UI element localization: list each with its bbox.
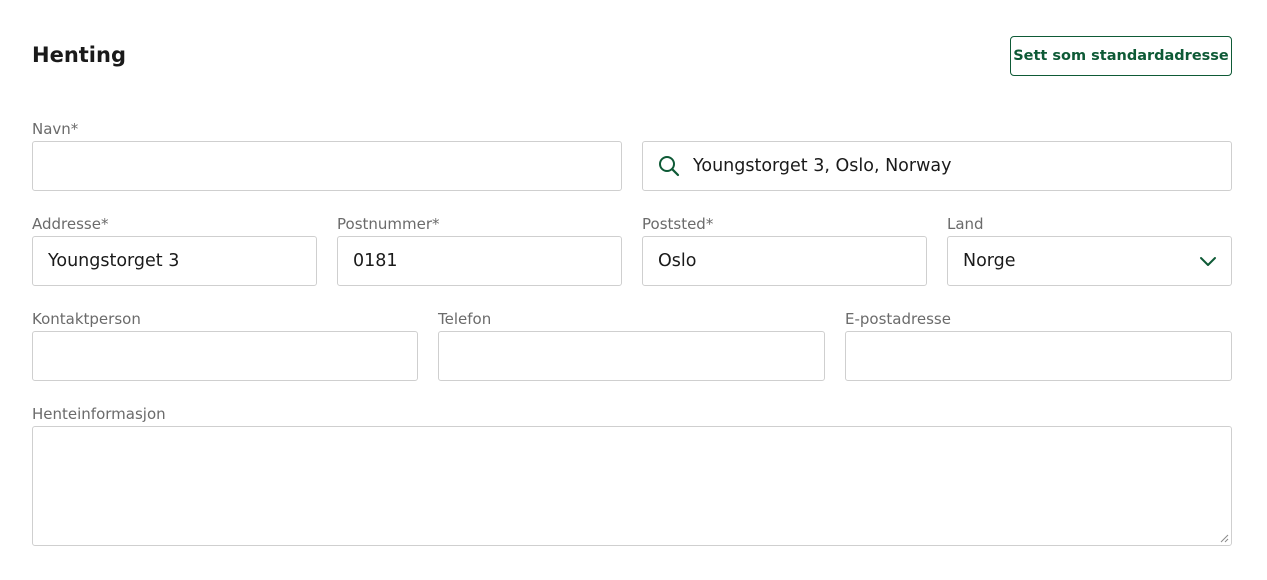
country-label: Land bbox=[947, 215, 984, 233]
resize-grip-icon[interactable] bbox=[1219, 533, 1229, 543]
country-select[interactable]: Norge bbox=[947, 236, 1232, 286]
email-field[interactable] bbox=[845, 331, 1232, 381]
contact-person-label: Kontaktperson bbox=[32, 310, 141, 328]
search-value: Youngstorget 3, Oslo, Norway bbox=[693, 156, 952, 176]
chevron-down-icon bbox=[1200, 257, 1216, 266]
contact-person-field[interactable] bbox=[32, 331, 418, 381]
postal-code-field[interactable]: 0181 bbox=[337, 236, 622, 286]
country-value: Norge bbox=[963, 251, 1016, 271]
pickup-info-label: Henteinformasjon bbox=[32, 405, 166, 423]
name-field[interactable] bbox=[32, 141, 622, 191]
address-field[interactable]: Youngstorget 3 bbox=[32, 236, 317, 286]
city-field[interactable]: Oslo bbox=[642, 236, 927, 286]
address-search-input[interactable]: Youngstorget 3, Oslo, Norway bbox=[642, 141, 1232, 191]
search-icon bbox=[659, 156, 680, 177]
city-value: Oslo bbox=[658, 251, 697, 271]
postal-code-label: Postnummer* bbox=[337, 215, 440, 233]
address-value: Youngstorget 3 bbox=[48, 251, 180, 271]
address-label: Addresse* bbox=[32, 215, 109, 233]
phone-label: Telefon bbox=[438, 310, 492, 328]
section-title: Henting bbox=[32, 43, 126, 67]
city-label: Poststed* bbox=[642, 215, 714, 233]
pickup-info-textarea[interactable] bbox=[32, 426, 1232, 546]
name-label: Navn* bbox=[32, 120, 79, 138]
email-label: E-postadresse bbox=[845, 310, 951, 328]
set-default-address-button[interactable]: Sett som standardadresse bbox=[1010, 36, 1232, 76]
pickup-address-form: Henting Sett som standardadresse Navn* Y… bbox=[0, 0, 1267, 580]
postal-code-value: 0181 bbox=[353, 251, 398, 271]
phone-field[interactable] bbox=[438, 331, 825, 381]
